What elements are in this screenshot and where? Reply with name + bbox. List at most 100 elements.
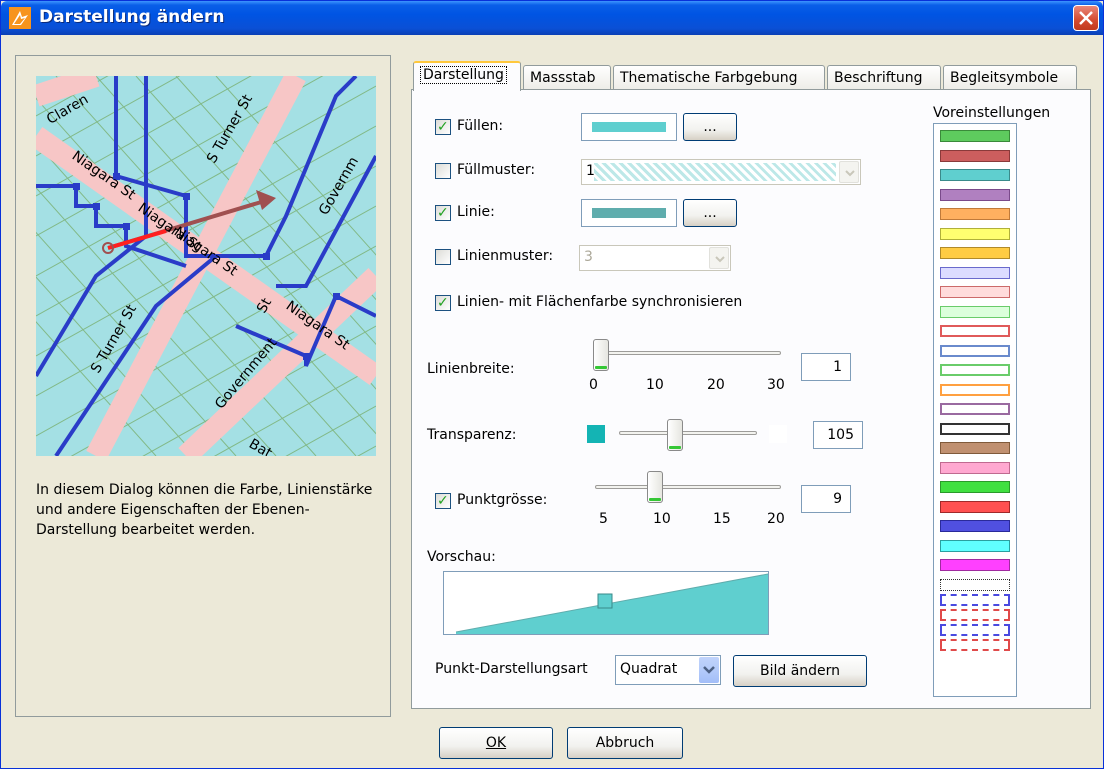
checkmark-icon: ✓ (437, 119, 449, 135)
checkmark-icon: ✓ (437, 295, 449, 311)
point-size-label: Punktgrösse: (457, 492, 548, 508)
preset-swatch[interactable] (940, 266, 1010, 279)
point-size-tick: 5 (599, 511, 608, 527)
line-checkbox[interactable]: ✓ (435, 205, 451, 221)
tab-thematische-farbgebung[interactable]: Thematische Farbgebung (613, 65, 825, 91)
chevron-down-icon[interactable] (839, 161, 859, 183)
preset-swatch[interactable] (940, 325, 1010, 337)
map-graphic (36, 76, 376, 456)
line-width-tick: 10 (646, 377, 664, 393)
transparency-slider-thumb[interactable] (667, 419, 683, 451)
preview-label: Vorschau: (427, 549, 496, 565)
preset-swatch[interactable] (940, 364, 1010, 376)
preset-swatch[interactable] (940, 169, 1010, 181)
title-bar[interactable]: Darstellung ändern (1, 1, 1103, 35)
preset-swatch[interactable] (940, 520, 1010, 532)
preset-dashed-swatch[interactable] (940, 578, 1010, 591)
point-style-select[interactable]: Quadrat (615, 655, 721, 685)
map-preview-image: Claren S Turner St Niagara St Niagara St… (36, 76, 376, 456)
line-pattern-label: Linienmuster: (457, 248, 554, 264)
transparent-color-indicator (769, 425, 787, 443)
fill-color-picker-button[interactable]: ... (683, 113, 737, 141)
preset-swatch[interactable] (940, 500, 1010, 513)
preset-swatch[interactable] (940, 383, 1010, 396)
preset-dashed-swatch[interactable] (940, 623, 1010, 636)
preset-swatch[interactable] (940, 344, 1010, 357)
fill-checkbox[interactable]: ✓ (435, 119, 451, 135)
close-icon (1079, 11, 1093, 25)
close-button[interactable] (1073, 5, 1099, 31)
point-size-input[interactable]: 9 (801, 485, 851, 513)
preset-swatch[interactable] (940, 442, 1010, 454)
tab-massstab[interactable]: Massstab (523, 65, 611, 91)
dialog-window: Darstellung ändern Claren S Turner St Ni… (0, 0, 1104, 769)
transparency-label: Transparenz: (427, 427, 517, 443)
point-style-label: Punkt-Darstellungsart (435, 661, 588, 677)
transparency-input[interactable]: 105 (813, 421, 863, 449)
app-icon (9, 7, 31, 29)
tab-beschriftung[interactable]: Beschriftung (827, 65, 941, 91)
transparency-track[interactable] (619, 431, 757, 435)
checkmark-icon: ✓ (437, 205, 449, 221)
preset-swatch[interactable] (940, 188, 1010, 201)
help-description: In diesem Dialog können die Farbe, Linie… (36, 482, 373, 538)
fill-color-swatch[interactable] (581, 113, 677, 141)
line-width-track[interactable] (595, 351, 781, 355)
preset-swatch[interactable] (940, 286, 1010, 298)
line-pattern-select[interactable]: 3 (579, 245, 731, 271)
window-title: Darstellung ändern (39, 7, 225, 27)
preset-dashed-swatch[interactable] (940, 593, 1010, 606)
line-width-input[interactable]: 1 (801, 353, 851, 381)
point-size-checkbox[interactable]: ✓ (435, 493, 451, 509)
fill-pattern-label: Füllmuster: (457, 162, 536, 178)
preset-dashed-swatch[interactable] (940, 638, 1010, 651)
line-color-swatch[interactable] (581, 199, 677, 227)
presets-label: Voreinstellungen (933, 105, 1051, 121)
line-width-slider-thumb[interactable] (593, 339, 609, 371)
chevron-down-icon[interactable] (709, 247, 729, 269)
line-width-tick: 30 (767, 377, 785, 393)
presets-list[interactable] (933, 123, 1017, 697)
sync-colors-checkbox[interactable]: ✓ (435, 295, 451, 311)
preset-swatch[interactable] (940, 227, 1010, 240)
preset-swatch[interactable] (940, 539, 1010, 552)
preset-swatch[interactable] (940, 305, 1010, 318)
preset-swatch[interactable] (940, 559, 1010, 571)
opaque-color-indicator (587, 425, 605, 443)
line-width-tick: 20 (707, 377, 725, 393)
tab-darstellung[interactable]: Darstellung (413, 61, 521, 91)
preset-swatch[interactable] (940, 149, 1010, 162)
cancel-button[interactable]: Abbruch (567, 727, 683, 759)
preset-swatch[interactable] (940, 422, 1010, 435)
point-size-tick: 20 (767, 511, 785, 527)
style-preview (443, 571, 769, 635)
preset-swatch[interactable] (940, 461, 1010, 474)
preset-swatch[interactable] (940, 247, 1010, 259)
tab-begleitsymbole[interactable]: Begleitsymbole (943, 65, 1077, 91)
preset-swatch[interactable] (940, 130, 1010, 142)
hatch-pattern-preview (594, 163, 836, 181)
fill-pattern-checkbox[interactable] (435, 163, 451, 179)
preset-swatch[interactable] (940, 403, 1010, 415)
line-pattern-checkbox[interactable] (435, 249, 451, 265)
line-label: Linie: (457, 204, 495, 220)
point-size-tick: 10 (653, 511, 671, 527)
preset-swatch[interactable] (940, 208, 1010, 220)
line-width-tick: 0 (589, 377, 598, 393)
checkmark-icon: ✓ (437, 493, 449, 509)
chevron-down-icon[interactable] (699, 657, 719, 683)
help-panel: Claren S Turner St Niagara St Niagara St… (15, 55, 391, 717)
fill-label: Füllen: (457, 118, 504, 134)
point-size-slider-thumb[interactable] (647, 471, 663, 503)
sync-colors-label: Linien- mit Flächenfarbe synchronisieren (457, 294, 743, 310)
point-size-track[interactable] (595, 485, 781, 489)
preset-dashed-swatch[interactable] (940, 608, 1010, 621)
preset-swatch[interactable] (940, 481, 1010, 493)
change-image-button[interactable]: Bild ändern (733, 655, 867, 687)
line-color-picker-button[interactable]: ... (683, 199, 737, 227)
preview-graphic (455, 573, 769, 634)
point-size-tick: 15 (713, 511, 731, 527)
ok-button[interactable]: OK (439, 727, 553, 759)
fill-pattern-select[interactable]: 1 (581, 159, 861, 185)
line-width-label: Linienbreite: (427, 361, 515, 377)
